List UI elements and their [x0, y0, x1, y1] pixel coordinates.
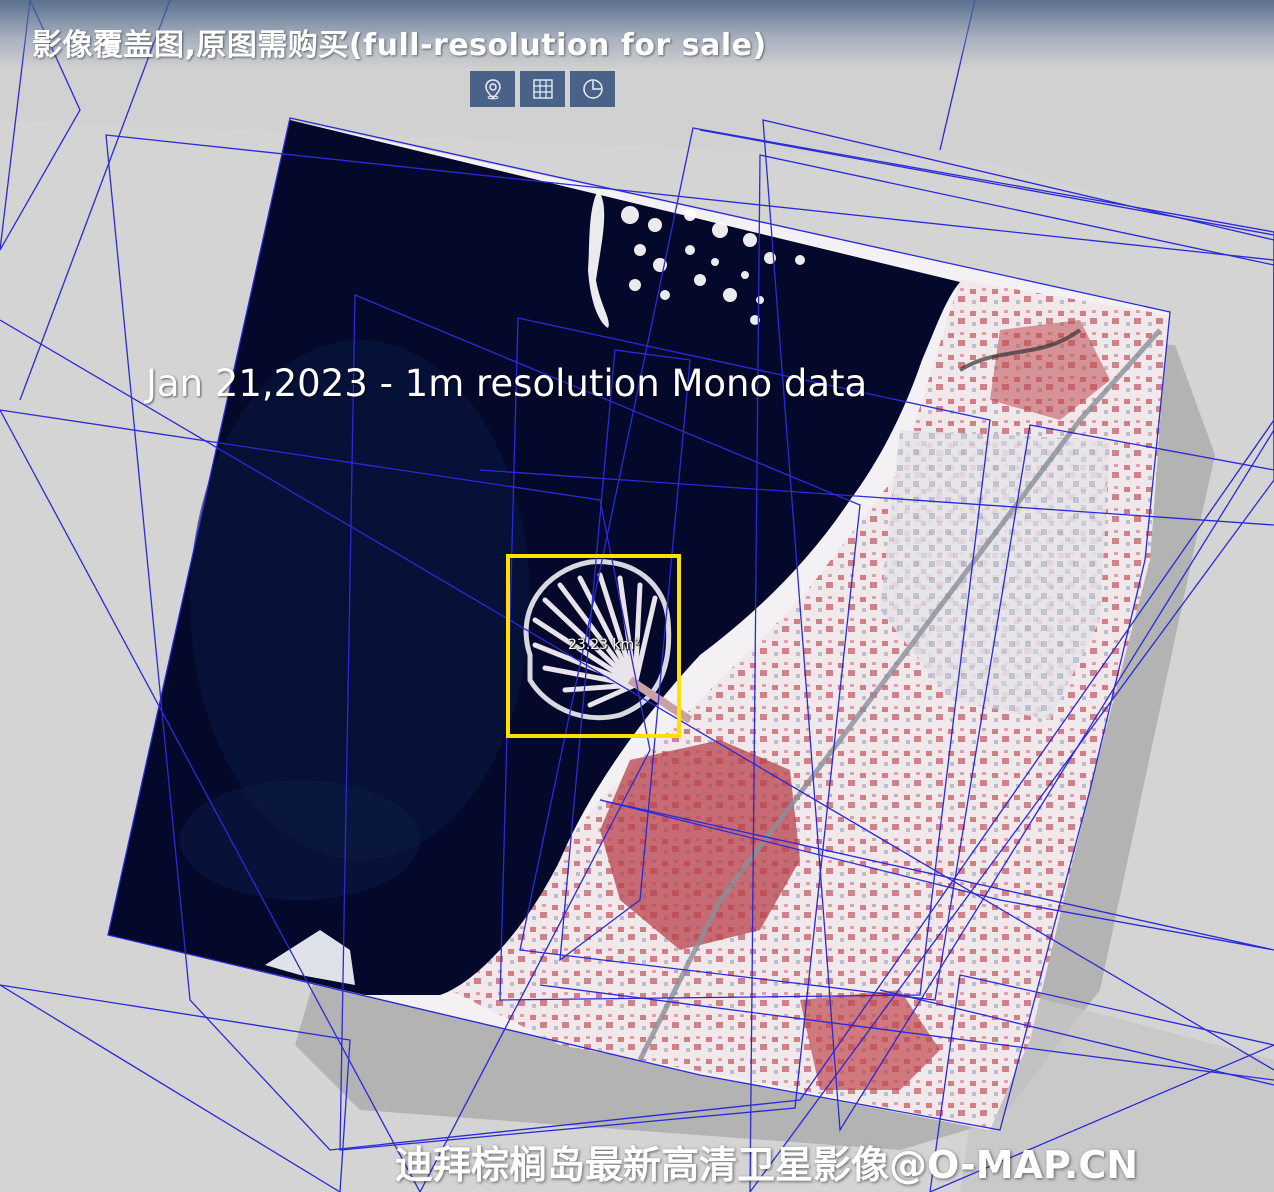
map-toolbar [470, 71, 615, 107]
location-tool-button[interactable] [470, 71, 515, 107]
location-pin-icon [484, 79, 501, 100]
image-date-caption: Jan 21,2023 - 1m resolution Mono data [146, 362, 868, 405]
grid-tool-button[interactable] [520, 71, 565, 107]
satellite-image [108, 120, 1170, 1130]
grid-icon [532, 79, 553, 99]
selection-area-label: 23.23 km² [568, 637, 640, 653]
pie-clock-icon [582, 79, 603, 99]
stats-tool-button[interactable] [570, 71, 615, 107]
page-title: 影像覆盖图,原图需购买(full-resolution for sale) [32, 28, 767, 63]
watermark-text: 迪拜棕榈岛最新高清卫星影像@O-MAP.CN [395, 1143, 1139, 1187]
map-canvas[interactable] [0, 0, 1274, 1192]
